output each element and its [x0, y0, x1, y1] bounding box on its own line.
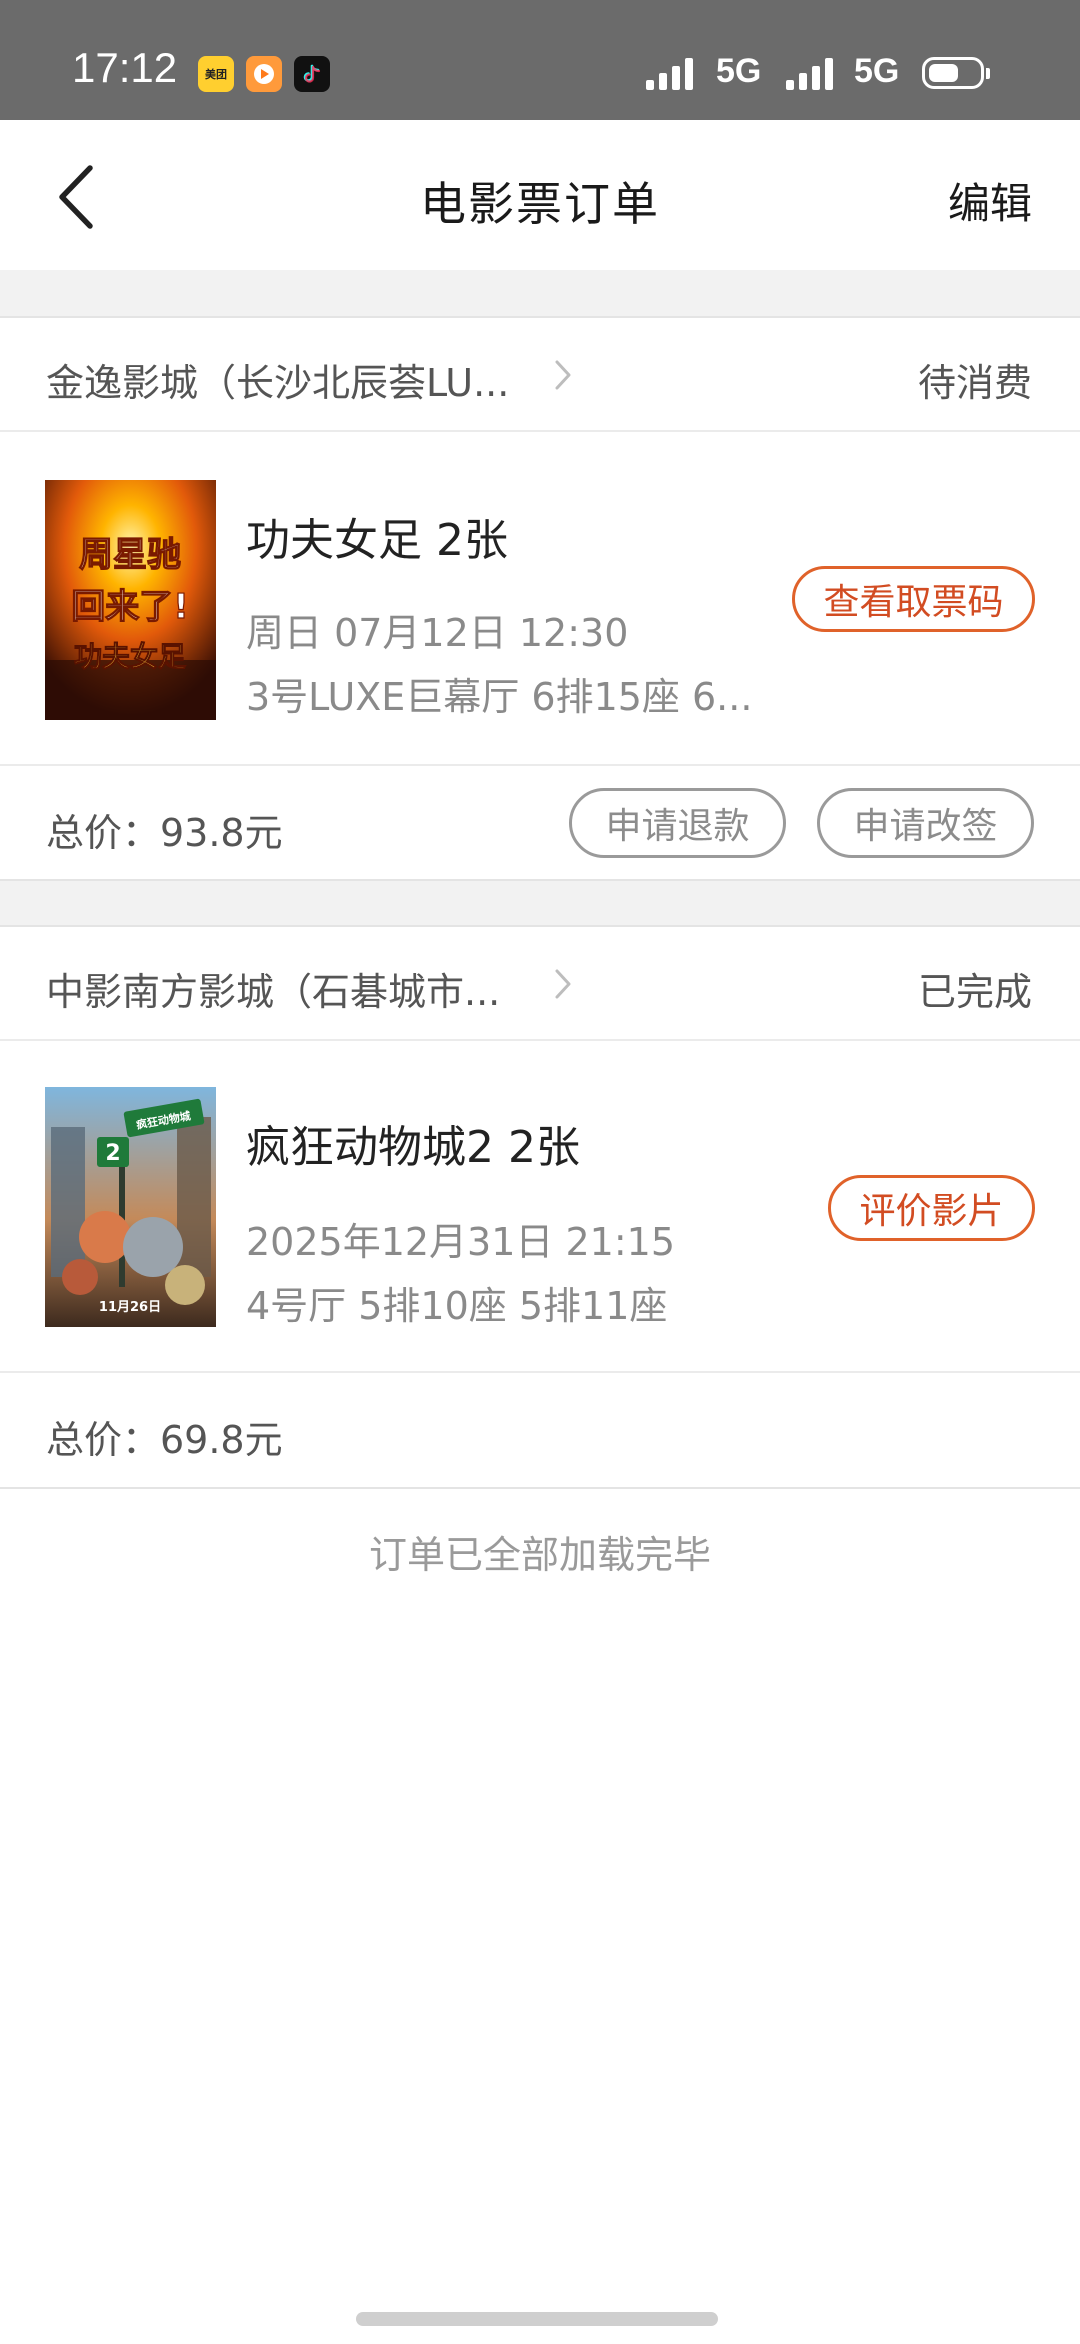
view-ticket-code-button[interactable]: 查看取票码 — [792, 566, 1035, 632]
order-status: 已完成 — [917, 970, 1032, 1014]
meituan-icon: 美团 — [198, 56, 234, 92]
poster-text-1: 周星驰 — [79, 535, 181, 575]
battery-level — [929, 64, 958, 82]
movie-title: 疯狂动物城2 2张 — [246, 1122, 580, 1173]
chevron-right-icon — [555, 969, 571, 999]
show-time: 周日 07月12日 12:30 — [246, 611, 629, 655]
poster-text-3: 11月26日 — [99, 1300, 161, 1315]
edit-button[interactable]: 编辑 — [948, 170, 1032, 231]
reschedule-button[interactable]: 申请改签 — [817, 788, 1034, 858]
signal-icon — [646, 58, 700, 90]
page-title: 电影票订单 — [420, 177, 660, 231]
signal-icon-2 — [786, 58, 840, 90]
order-card: 中影南方影城（石碁城市... 已完成 疯狂动物城 2 11月26日 疯狂动物城2… — [0, 925, 1080, 1489]
order-status: 待消费 — [917, 361, 1032, 405]
poster-text-2: 回来了! — [71, 587, 189, 627]
video-app-icon — [246, 56, 282, 92]
network-label-2: 5G — [854, 52, 900, 90]
nav-bar: 电影票订单 编辑 — [0, 120, 1080, 270]
order-total: 总价：93.8元 — [46, 811, 283, 855]
order-card-header[interactable]: 金逸影城（长沙北辰荟LU... 待消费 — [0, 318, 1080, 432]
refund-button[interactable]: 申请退款 — [569, 788, 786, 858]
show-time: 2025年12月31日 21:15 — [246, 1220, 676, 1264]
order-total: 总价：69.8元 — [46, 1418, 283, 1462]
section-gap — [0, 270, 1080, 316]
order-card-footer: 总价：93.8元 申请退款 申请改签 — [0, 764, 1080, 881]
cinema-name[interactable]: 中影南方影城（石碁城市... — [46, 961, 500, 1016]
status-bar: 17:12 美团 5G 5G — [0, 0, 1080, 120]
battery-icon — [922, 57, 984, 89]
seat-info: 4号厅 5排10座 5排11座 — [246, 1284, 668, 1328]
poster-text-3: 功夫女足 — [74, 640, 186, 673]
chevron-right-icon — [555, 360, 571, 390]
order-card: 金逸影城（长沙北辰荟LU... 待消费 周星驰 回来了! 功夫女足 功夫女足 2… — [0, 316, 1080, 881]
tiktok-icon — [294, 56, 330, 92]
home-indicator[interactable] — [356, 2312, 718, 2326]
rate-movie-button[interactable]: 评价影片 — [828, 1175, 1035, 1241]
all-loaded-text: 订单已全部加载完毕 — [368, 1533, 711, 1577]
order-card-footer: 总价：69.8元 — [0, 1371, 1080, 1489]
cinema-name[interactable]: 金逸影城（长沙北辰荟LU... — [46, 352, 509, 407]
status-time: 17:12 — [72, 44, 178, 91]
section-gap — [0, 881, 1080, 925]
order-card-header[interactable]: 中影南方影城（石碁城市... 已完成 — [0, 927, 1080, 1041]
poster-text-2: 2 — [105, 1141, 120, 1166]
battery-tip — [986, 68, 990, 79]
movie-poster[interactable]: 周星驰 回来了! 功夫女足 — [45, 480, 216, 720]
movie-poster[interactable]: 疯狂动物城 2 11月26日 — [45, 1087, 216, 1327]
movie-title: 功夫女足 2张 — [246, 515, 508, 566]
seat-info: 3号LUXE巨幕厅 6排15座 6... — [246, 675, 753, 719]
network-label-1: 5G — [716, 52, 762, 90]
